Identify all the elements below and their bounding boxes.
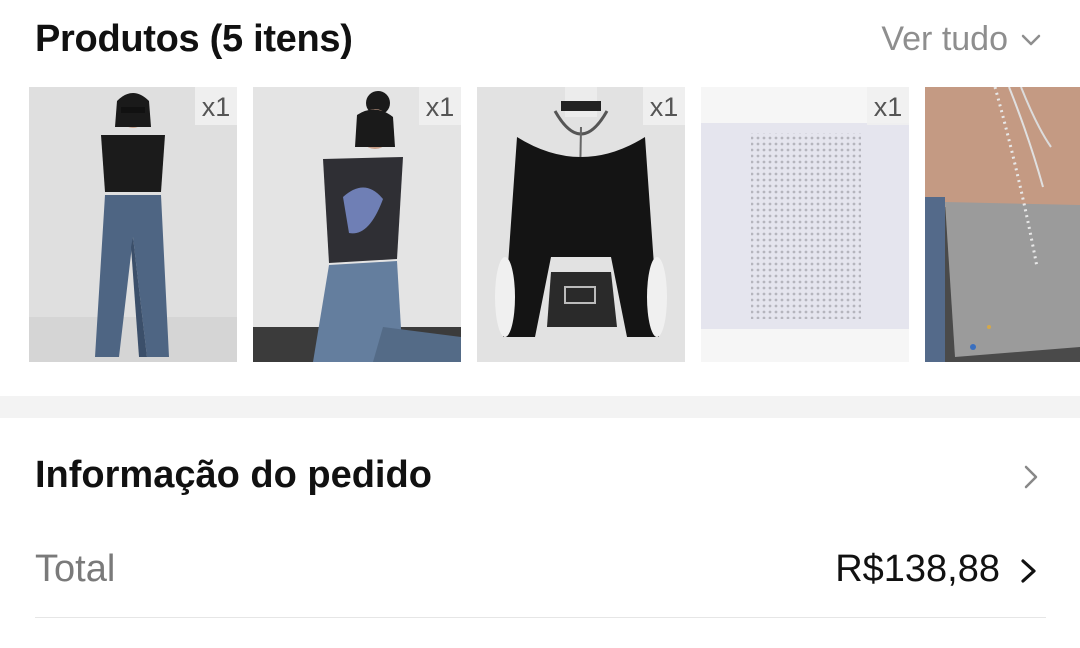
quantity-badge: x1 — [419, 87, 461, 125]
product-thumbnail-1[interactable]: x1 — [29, 87, 237, 362]
product-image-bell-sleeve-top — [477, 87, 685, 362]
product-image-floral-tee — [253, 87, 461, 362]
product-thumbnail-5[interactable] — [925, 87, 1080, 362]
products-title: Produtos (5 itens) — [35, 18, 353, 60]
quantity-badge: x1 — [195, 87, 237, 125]
section-divider — [0, 396, 1080, 418]
total-row[interactable]: Total R$138,88 — [0, 528, 1080, 618]
product-image-rhinestone-sticker-sheet — [701, 87, 909, 362]
product-image-wide-jeans-top — [29, 87, 237, 362]
chevron-right-icon — [1024, 465, 1038, 489]
product-thumbnail-row[interactable]: x1 x1 x1 x1 — [29, 87, 1080, 362]
bottom-divider — [35, 617, 1046, 618]
order-info-title: Informação do pedido — [35, 454, 432, 496]
total-value: R$138,88 — [835, 548, 1000, 590]
product-thumbnail-4[interactable]: x1 — [701, 87, 909, 362]
quantity-badge: x1 — [867, 87, 909, 125]
product-image-tube-top-necklaces — [925, 87, 1080, 362]
total-label: Total — [35, 548, 116, 590]
quantity-badge: x1 — [643, 87, 685, 125]
see-all-button[interactable]: Ver tudo — [881, 20, 1044, 59]
products-header: Produtos (5 itens) Ver tudo — [0, 0, 1080, 86]
product-thumbnail-3[interactable]: x1 — [477, 87, 685, 362]
chevron-down-icon — [1021, 34, 1041, 45]
chevron-right-icon — [1021, 559, 1036, 583]
product-thumbnail-2[interactable]: x1 — [253, 87, 461, 362]
order-info-row[interactable]: Informação do pedido — [0, 418, 1080, 528]
see-all-label: Ver tudo — [881, 20, 1008, 58]
